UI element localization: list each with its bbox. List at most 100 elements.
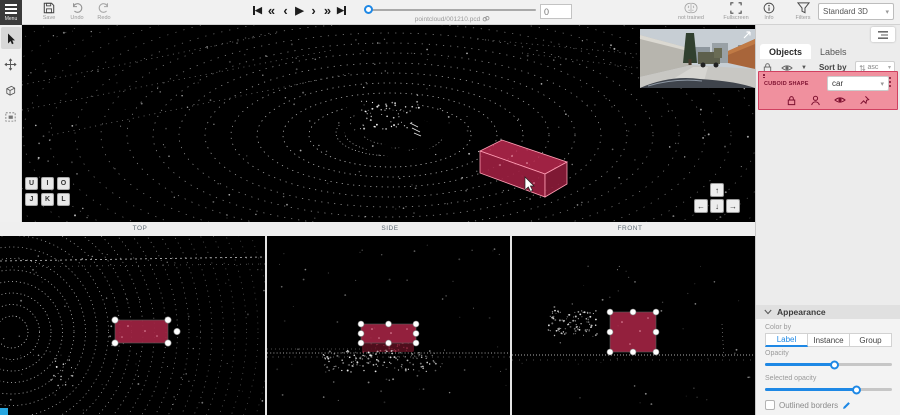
frame-number-input[interactable] <box>540 4 572 19</box>
pin-icon[interactable] <box>859 95 870 106</box>
color-by-label: Color by <box>765 324 892 331</box>
pencil-icon[interactable] <box>842 401 851 410</box>
frame-select-tool-button[interactable] <box>1 105 21 127</box>
resize-handle[interactable] <box>607 309 613 315</box>
fast-forward-button[interactable]: » <box>322 3 333 18</box>
eye-icon[interactable] <box>834 95 846 105</box>
selected-cuboid-top[interactable] <box>112 317 180 346</box>
resize-handle[interactable] <box>386 340 392 346</box>
skip-first-button[interactable]: ◀ <box>252 3 263 18</box>
nn-model-button[interactable]: not trained <box>675 2 707 21</box>
selected-cuboid-side[interactable] <box>358 321 419 346</box>
corner-indicator <box>0 408 8 415</box>
panel-lines-icon <box>877 30 889 40</box>
drag-handle-icon[interactable] <box>763 74 766 79</box>
class-dropdown[interactable]: car ▾ <box>827 76 889 91</box>
lock-icon[interactable] <box>786 95 797 106</box>
resize-handle[interactable] <box>413 321 419 327</box>
appearance-section-header[interactable]: Appearance <box>756 305 900 319</box>
hotkey-o[interactable]: O <box>57 177 70 190</box>
next-frame-button[interactable]: › <box>308 3 319 18</box>
mode-select-dropdown[interactable]: Standard 3D ▾ <box>818 3 894 20</box>
top-projection-view[interactable] <box>0 236 265 415</box>
side-view-canvas[interactable] <box>267 236 510 415</box>
mode-select-value: Standard 3D <box>823 7 868 16</box>
resize-handle[interactable] <box>653 309 659 315</box>
frame-seek-slider[interactable] <box>368 9 536 11</box>
top-toolbar: Menu Save Undo Redo ◀ « <box>0 0 900 25</box>
resize-handle[interactable] <box>607 349 613 355</box>
resize-handle[interactable] <box>653 349 659 355</box>
rotate-handle[interactable] <box>174 328 180 334</box>
menu-button[interactable]: Menu <box>0 0 22 25</box>
resize-handle[interactable] <box>112 317 118 323</box>
play-button[interactable]: ▶ <box>294 3 305 18</box>
previous-frame-button[interactable]: ‹ <box>280 3 291 18</box>
chevron-down-icon: ▾ <box>885 8 889 16</box>
nav-down-button[interactable]: ↓ <box>710 199 724 213</box>
object-card-car[interactable]: CUBOID SHAPE car ▾ <box>758 71 898 110</box>
hotkey-j[interactable]: J <box>25 193 38 206</box>
redo-button[interactable]: Redo <box>91 2 117 21</box>
camera-context-thumbnail[interactable] <box>640 29 755 88</box>
resize-handle[interactable] <box>413 340 419 346</box>
undo-button[interactable]: Undo <box>64 2 90 21</box>
main-3d-view[interactable]: U I O J K L ↑ ← ↓ → <box>22 25 755 222</box>
select-tool-button[interactable] <box>1 27 21 49</box>
color-by-label-option[interactable]: Label <box>765 333 808 347</box>
nav-left-button[interactable]: ← <box>694 199 708 213</box>
cuboid-tool-button[interactable] <box>1 79 21 101</box>
color-by-instance-option[interactable]: Instance <box>808 333 850 347</box>
front-view-canvas[interactable] <box>512 236 755 415</box>
hotkey-k[interactable]: K <box>41 193 54 206</box>
resize-handle[interactable] <box>630 349 636 355</box>
resize-handle[interactable] <box>386 321 392 327</box>
opacity-label: Opacity <box>765 350 892 357</box>
resize-handle[interactable] <box>653 329 659 335</box>
resize-handle[interactable] <box>413 331 419 337</box>
selected-cuboid-3d[interactable] <box>480 140 567 197</box>
filters-button[interactable]: Filters <box>788 2 818 21</box>
save-button[interactable]: Save <box>36 2 62 21</box>
resize-handle[interactable] <box>165 317 171 323</box>
outlined-borders-checkbox[interactable] <box>765 400 775 410</box>
resize-handle[interactable] <box>607 329 613 335</box>
seek-slider-handle[interactable] <box>364 5 373 14</box>
side-projection-view[interactable] <box>267 236 510 415</box>
opacity-slider[interactable] <box>765 363 892 366</box>
front-projection-view[interactable] <box>512 236 755 415</box>
playback-controls: ◀ « ‹ ▶ › » ▶ <box>252 2 347 19</box>
selected-opacity-slider[interactable] <box>765 388 892 391</box>
panel-layout-button[interactable] <box>871 27 895 42</box>
selected-opacity-slider-fill <box>765 388 856 391</box>
resize-handle[interactable] <box>112 340 118 346</box>
pan-tool-button[interactable] <box>1 53 21 75</box>
tab-objects[interactable]: Objects <box>760 44 811 59</box>
resize-handle[interactable] <box>165 340 171 346</box>
selected-opacity-slider-handle[interactable] <box>852 385 861 394</box>
fast-rewind-button[interactable]: « <box>266 3 277 18</box>
user-icon[interactable] <box>810 95 821 106</box>
hotkey-u[interactable]: U <box>25 177 38 190</box>
info-button[interactable]: Info <box>756 2 782 21</box>
selected-cuboid-front[interactable] <box>607 309 659 355</box>
hamburger-icon <box>5 4 17 14</box>
fullscreen-button[interactable]: Fullscreen <box>718 2 754 21</box>
top-view-canvas[interactable] <box>0 236 265 415</box>
hotkey-i[interactable]: I <box>41 177 54 190</box>
nav-up-button[interactable]: ↑ <box>710 183 724 197</box>
color-by-group-option[interactable]: Group <box>850 333 892 347</box>
nav-right-button[interactable]: → <box>726 199 740 213</box>
skip-last-button[interactable]: ▶ <box>336 3 347 18</box>
resize-handle[interactable] <box>630 309 636 315</box>
selection-frame-icon <box>4 110 17 123</box>
resize-handle[interactable] <box>358 331 364 337</box>
resize-handle[interactable] <box>358 321 364 327</box>
opacity-slider-handle[interactable] <box>830 360 839 369</box>
object-menu-button[interactable] <box>886 77 894 91</box>
link-icon[interactable] <box>482 15 490 23</box>
hotkey-l[interactable]: L <box>57 193 70 206</box>
resize-handle[interactable] <box>358 340 364 346</box>
triangle-down-icon[interactable]: ▼ <box>801 65 807 71</box>
tab-labels[interactable]: Labels <box>811 44 856 59</box>
